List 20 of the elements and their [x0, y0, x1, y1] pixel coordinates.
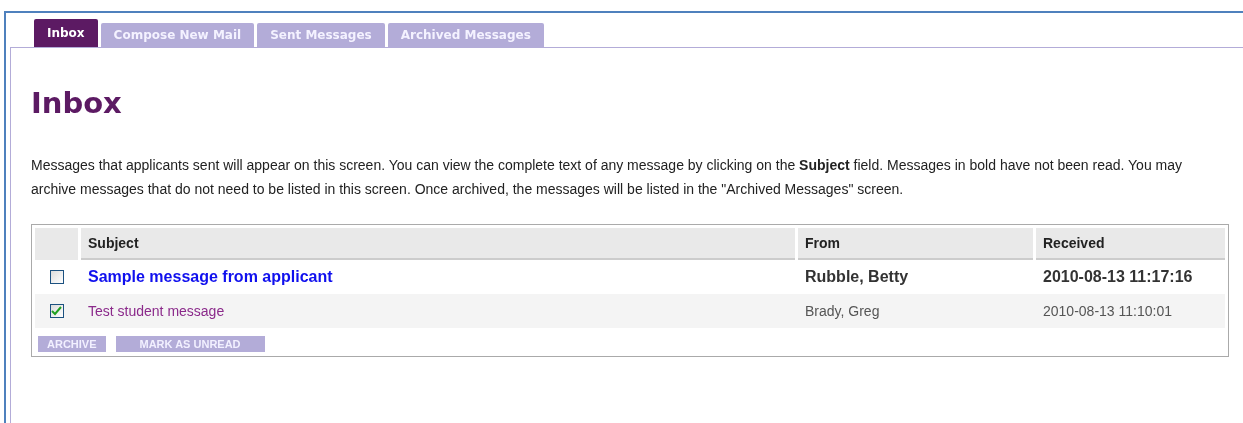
row-checkbox[interactable]	[49, 270, 64, 284]
sender-name: Brady, Greg	[805, 301, 880, 321]
subject-link[interactable]: Sample message from applicant	[88, 265, 333, 289]
received-date: 2010-08-13 11:17:16	[1043, 267, 1193, 287]
intro-paragraph: Messages that applicants sent will appear on this screen. You can view the complete text of any message by clicking on the Subject field. Messages in bold have not been read. You may archive messages that do not need to be listed in this screen. Once archived, the messages will be listed in the "Archived Messages" screen.	[31, 156, 1184, 199]
subject-link[interactable]: Test student message	[88, 300, 225, 322]
column-header: Subject	[81, 228, 795, 260]
row-checkbox[interactable]	[49, 304, 64, 318]
page-heading: Inbox	[31, 85, 123, 122]
action-button[interactable]: ARCHIVE	[38, 336, 106, 352]
column-header: From	[798, 228, 1033, 260]
received-date: 2010-08-13 11:10:01	[1043, 301, 1172, 321]
tab[interactable]: Sent Messages	[257, 23, 385, 47]
check-icon	[51, 306, 62, 316]
tab[interactable]: Inbox	[34, 19, 98, 47]
column-header: Received	[1036, 228, 1225, 260]
sender-name: Rubble, Betty	[805, 267, 909, 287]
tab[interactable]: Archived Messages	[387, 23, 544, 47]
action-button[interactable]: MARK AS UNREAD	[115, 336, 265, 352]
tab[interactable]: Compose New Mail	[100, 23, 255, 47]
